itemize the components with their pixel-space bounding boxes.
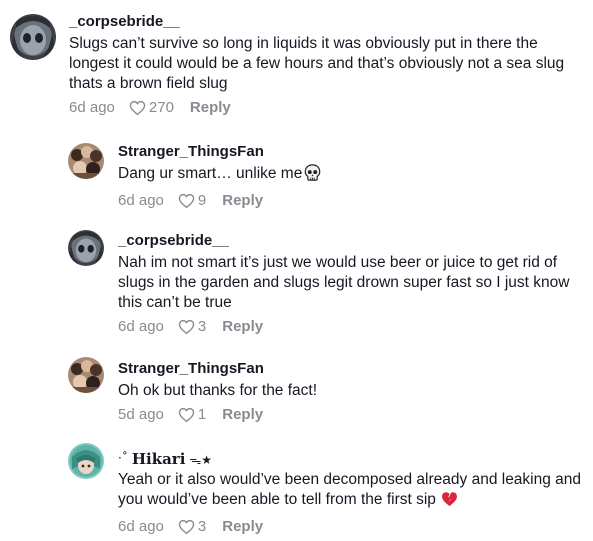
username-text: Hikari — [131, 450, 186, 468]
heart-icon — [178, 193, 195, 209]
comment-username[interactable]: Stranger_ThingsFan — [118, 143, 585, 161]
reply-button[interactable]: Reply — [190, 98, 231, 118]
comment-username[interactable]: Stranger_ThingsFan — [118, 360, 585, 378]
comment-time: 6d ago — [69, 99, 115, 116]
comment-thread: _corpsebride__ Slugs can’t survive so lo… — [0, 0, 593, 541]
comment-text: Oh ok but thanks for the fact! — [118, 382, 318, 399]
comment-time: 5d ago — [118, 406, 164, 423]
skull-icon — [304, 164, 321, 187]
group-photo-avatar-icon — [68, 357, 104, 393]
corpsebride-avatar-icon — [10, 14, 56, 60]
reply-button[interactable]: Reply — [222, 517, 263, 537]
avatar[interactable] — [68, 357, 104, 393]
avatar[interactable] — [68, 443, 104, 479]
like-button[interactable]: 1 — [178, 405, 206, 425]
heart-icon — [178, 319, 195, 335]
comment-text: Nah im not smart it’s just we would use … — [118, 254, 570, 311]
avatar[interactable] — [10, 14, 56, 60]
comment-time: 6d ago — [118, 192, 164, 209]
comment-meta: 5d ago 1 Reply — [118, 405, 585, 425]
comment-username[interactable]: _corpsebride__ — [118, 232, 585, 250]
comment-meta: 6d ago 270 Reply — [69, 98, 585, 118]
comment-text-content: Yeah or it also would’ve been decomposed… — [118, 471, 582, 508]
comment-text-content: Dang ur smart… unlike me — [118, 165, 303, 182]
reply-button[interactable]: Reply — [222, 405, 263, 425]
anime-avatar-icon — [68, 443, 104, 479]
comment-text: Dang ur smart… unlike me — [118, 164, 578, 187]
broken-heart-icon — [441, 491, 458, 513]
comment-time: 6d ago — [118, 318, 164, 335]
like-count: 3 — [197, 518, 207, 535]
comment-username[interactable]: ·˚ Hikari ᯓ★ — [118, 449, 585, 468]
comment-meta: 6d ago 3 Reply — [118, 517, 585, 537]
like-button[interactable]: 270 — [129, 98, 174, 118]
heart-icon — [178, 407, 195, 423]
group-photo-avatar-icon — [68, 143, 104, 179]
reply-button[interactable]: Reply — [222, 317, 263, 337]
username-suffix: ᯓ★ — [189, 453, 213, 467]
comment-text: Yeah or it also would’ve been decomposed… — [118, 470, 588, 513]
avatar[interactable] — [68, 143, 104, 179]
heart-icon — [178, 519, 195, 535]
heart-icon — [129, 100, 146, 116]
comment-username[interactable]: _corpsebride__ — [69, 13, 585, 31]
reply-button[interactable]: Reply — [222, 191, 263, 211]
like-count: 9 — [197, 192, 207, 209]
comment-meta: 6d ago 9 Reply — [118, 191, 585, 211]
like-button[interactable]: 3 — [178, 517, 206, 537]
like-button[interactable]: 9 — [178, 191, 206, 211]
like-count: 270 — [148, 99, 174, 116]
corpsebride-avatar-icon — [68, 230, 104, 266]
username-prefix: ·˚ — [118, 451, 128, 465]
like-count: 1 — [197, 406, 207, 423]
avatar[interactable] — [68, 230, 104, 266]
like-count: 3 — [197, 318, 207, 335]
like-button[interactable]: 3 — [178, 317, 206, 337]
comment-meta: 6d ago 3 Reply — [118, 317, 585, 337]
comment-text: Slugs can’t survive so long in liquids i… — [69, 35, 565, 92]
comment-time: 6d ago — [118, 518, 164, 535]
